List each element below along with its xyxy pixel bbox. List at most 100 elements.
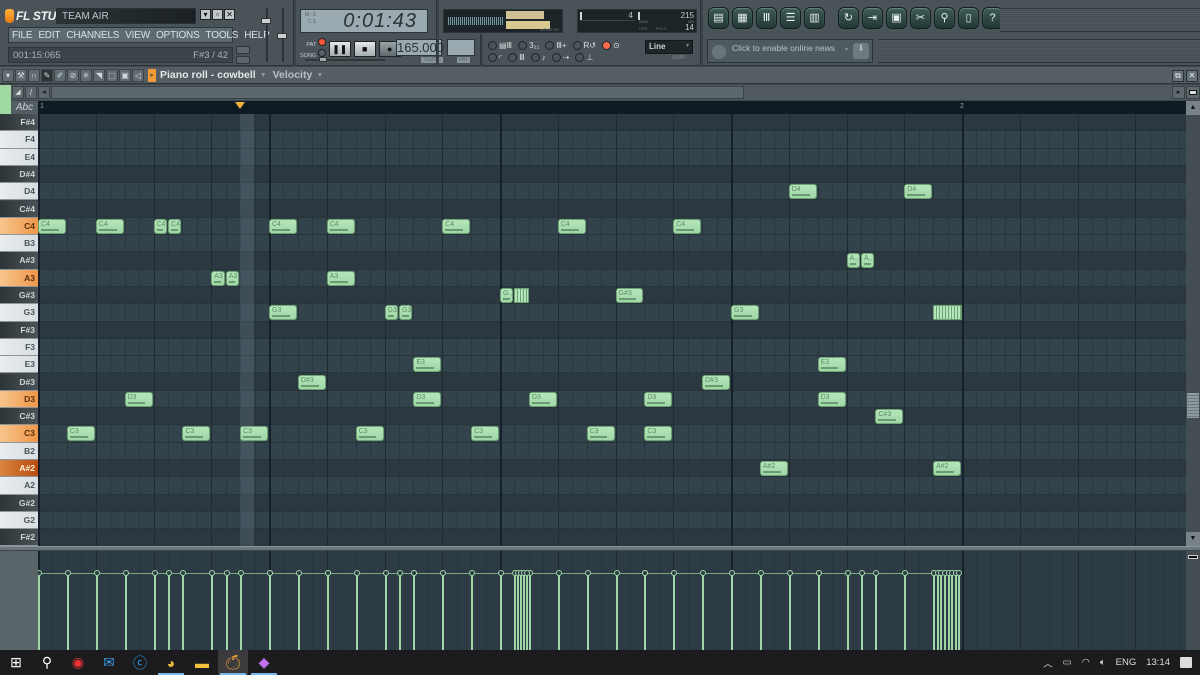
piano-roll-title[interactable]: Piano roll - cowbell [160, 69, 256, 81]
velocity-stem[interactable] [355, 573, 358, 650]
piano-key-fsharp3[interactable]: F#3 [0, 321, 38, 339]
note-c4[interactable]: C4 [153, 218, 167, 234]
velocity-stem[interactable] [875, 573, 878, 650]
piano-key-c3[interactable]: C3 [0, 425, 38, 443]
velocity-stem[interactable] [471, 573, 474, 650]
cut-button[interactable]: ✂ [910, 7, 931, 29]
velocity-handle[interactable] [523, 570, 530, 576]
browser-button[interactable]: ☰ [780, 7, 801, 29]
menu-tools[interactable]: TOOLS [206, 30, 239, 41]
brush-tool-icon[interactable]: ✐ [54, 68, 66, 82]
note-asharp3[interactable]: A... [860, 253, 875, 269]
volume-icon[interactable]: 🔈︎ [1100, 657, 1106, 668]
velocity-handle[interactable] [267, 570, 273, 576]
playlist-button[interactable]: ▤ [708, 7, 729, 29]
note-c4[interactable]: C4 [326, 218, 355, 234]
velocity-stem[interactable] [943, 573, 946, 650]
delete-tool-icon[interactable]: ⊘ [67, 68, 79, 82]
note-roll[interactable] [514, 288, 529, 303]
wait-option[interactable]: Ⅲ [508, 52, 525, 62]
typing-keyboard-option[interactable]: ▤Ⅲ [488, 40, 512, 50]
velocity-stem[interactable] [442, 573, 445, 650]
velocity-stem[interactable] [520, 573, 523, 650]
metronome-option[interactable]: ◜ [488, 52, 502, 62]
file-button[interactable]: ▯ [958, 7, 979, 29]
velocity-handle[interactable] [469, 570, 476, 576]
app-red-taskbar-button[interactable]: ◉ [63, 650, 93, 675]
piano-key-f4[interactable]: F4 [0, 131, 38, 149]
note-grid[interactable]: C4 C4 C4 C4 C4 C4 C4 C4 C4 D4 D4 A... A... A3 A3 A3 G...… [38, 114, 1186, 546]
piano-key-dsharp3[interactable]: D#3 [0, 373, 38, 391]
note-d3[interactable]: D3 [413, 391, 442, 407]
velocity-stem[interactable] [124, 573, 127, 650]
velocity-handle[interactable] [122, 570, 129, 576]
note-a3[interactable]: A3 [326, 270, 355, 286]
velocity-handle[interactable] [498, 570, 504, 576]
song-mode-led[interactable] [317, 49, 326, 57]
velocity-handle[interactable] [353, 570, 360, 576]
velocity-handle[interactable] [238, 570, 245, 576]
note-d4[interactable]: D4 [904, 184, 933, 200]
export-button[interactable]: ⇥ [862, 7, 883, 29]
step-sequencer-button[interactable]: ▦ [732, 7, 753, 29]
piano-roll-button[interactable]: Ⅲ [756, 7, 777, 29]
velocity-stem[interactable] [38, 573, 40, 650]
velocity-handle[interactable] [757, 570, 764, 576]
radio-led[interactable] [545, 40, 555, 50]
velocity-handle[interactable] [165, 570, 172, 576]
radio-led[interactable] [602, 40, 612, 50]
note-dsharp3[interactable]: D#3 [702, 374, 730, 390]
velocity-stem[interactable] [398, 573, 401, 650]
note-g3[interactable]: G3 [269, 305, 297, 321]
note-c4[interactable]: C4 [442, 218, 471, 234]
velocity-handle[interactable] [223, 570, 230, 576]
paint-taskbar-button[interactable]: ◆ [249, 650, 279, 675]
piano-key-dsharp4[interactable]: D#4 [0, 165, 38, 184]
velocity-stem[interactable] [933, 573, 936, 650]
chevron-down-icon[interactable]: ▼ [260, 72, 267, 79]
piano-key-e3[interactable]: E3 [0, 356, 38, 374]
step-edit-option[interactable]: Ⅲ+ [545, 40, 567, 50]
piano-key-csharp3[interactable]: C#3 [0, 408, 38, 426]
zoom-tool-icon[interactable]: ▣ [119, 68, 131, 82]
velocity-stem[interactable] [517, 573, 520, 650]
slice-tool-icon[interactable]: ◥ [93, 68, 105, 82]
language-indicator[interactable]: ENG [1116, 657, 1137, 668]
scroll-up-button[interactable]: ▲ [1186, 101, 1200, 115]
horizontal-scrollbar-thumb[interactable] [51, 86, 744, 99]
note-d3[interactable]: D3 [644, 391, 673, 407]
velocity-handle[interactable] [729, 570, 735, 576]
piano-key-b2[interactable]: B2 [0, 442, 38, 460]
mail-taskbar-button[interactable]: ✉ [94, 650, 124, 675]
velocity-editor[interactable] [38, 551, 1186, 650]
note-d4[interactable]: D4 [788, 184, 817, 200]
velocity-stem[interactable] [940, 573, 943, 650]
velocity-handle[interactable] [411, 570, 418, 576]
stop-button[interactable]: ■ [353, 41, 376, 57]
velocity-handle[interactable] [786, 570, 793, 576]
zoom-horizontal-button[interactable] [1186, 86, 1200, 99]
app-c-taskbar-button[interactable]: ⓒ [125, 650, 155, 675]
piano-key-asharp2[interactable]: A#2 [0, 460, 38, 478]
countdown-option[interactable]: 3₂₁ [518, 40, 539, 50]
note-d3[interactable]: D3 [817, 391, 846, 407]
velocity-stem[interactable] [846, 573, 849, 650]
piano-key-a2[interactable]: A2 [0, 477, 38, 495]
target-control-selector[interactable]: Velocity [273, 69, 313, 81]
piano-key-d3[interactable]: D3 [0, 390, 38, 409]
note-g3[interactable]: G3 [731, 305, 759, 321]
velocity-handle[interactable] [642, 570, 649, 576]
piano-key-fsharp2[interactable]: F#2 [0, 529, 38, 547]
mute-tool-icon[interactable]: ✳ [80, 68, 92, 82]
velocity-handle[interactable] [324, 570, 331, 576]
close-window-button[interactable]: ✕ [1186, 70, 1198, 82]
velocity-stem[interactable] [702, 573, 705, 650]
note-roll[interactable] [933, 305, 962, 321]
velocity-handle[interactable] [64, 570, 71, 576]
battery-icon[interactable]: ▭ [1063, 657, 1072, 668]
piano-key-fsharp4[interactable]: F#4 [0, 114, 38, 132]
chevron-down-icon[interactable]: ▾ [845, 46, 848, 53]
note-a3[interactable]: A3 [211, 270, 225, 286]
note-labels-toggle[interactable]: Abc [11, 101, 38, 115]
velocity-stem[interactable] [500, 573, 502, 650]
